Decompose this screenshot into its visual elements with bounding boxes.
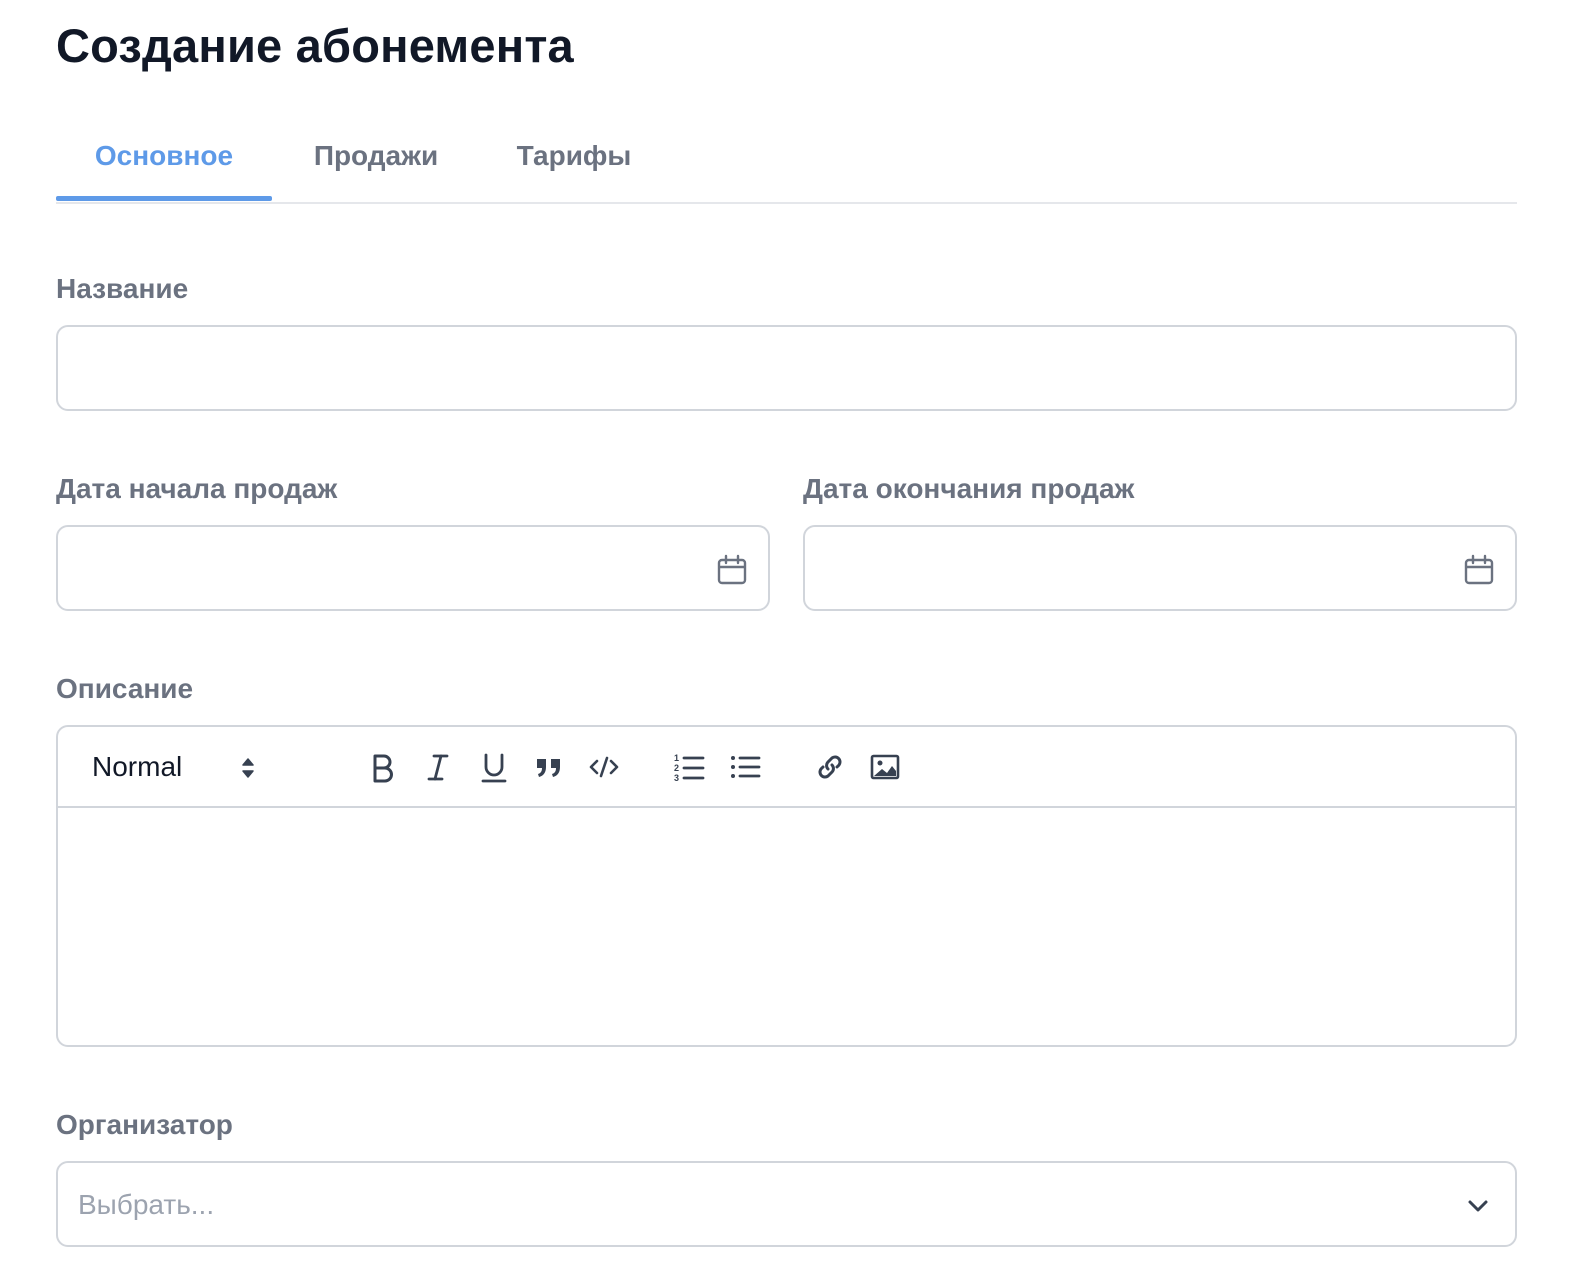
tab-main[interactable]: Основное <box>56 110 272 202</box>
italic-icon <box>427 754 449 781</box>
ordered-list-button[interactable]: 1 2 3 <box>671 749 707 785</box>
format-select-arrows-icon <box>242 758 254 778</box>
link-button[interactable] <box>812 749 848 785</box>
svg-text:3: 3 <box>674 773 679 783</box>
page: Создание абонемента Основное Продажи Тар… <box>0 0 1584 1288</box>
page-title: Создание абонемента <box>56 19 574 72</box>
link-icon <box>818 755 842 779</box>
code-button[interactable] <box>586 749 622 785</box>
chevron-down-icon <box>1468 1200 1488 1212</box>
bullet-list-icon <box>731 756 761 778</box>
sale-end-field[interactable] <box>803 525 1517 611</box>
underline-button[interactable] <box>476 749 512 785</box>
organizer-select-placeholder: Выбрать... <box>78 1189 215 1220</box>
format-select[interactable]: Normal <box>92 745 262 789</box>
sale-end-label: Дата окончания продаж <box>803 473 1135 504</box>
description-editor-body[interactable] <box>58 808 1515 1045</box>
image-icon <box>870 754 900 780</box>
organizer-select[interactable]: Выбрать... <box>56 1161 1517 1247</box>
tab-tariffs[interactable]: Тарифы <box>480 110 668 202</box>
sale-start-label: Дата начала продаж <box>56 473 338 504</box>
bold-icon <box>373 754 393 783</box>
image-button[interactable] <box>867 749 903 785</box>
svg-text:1: 1 <box>674 753 679 763</box>
svg-text:2: 2 <box>674 763 679 773</box>
underline-icon <box>481 753 507 783</box>
format-select-value: Normal <box>92 751 183 782</box>
blockquote-button[interactable] <box>531 749 567 785</box>
calendar-icon[interactable] <box>716 554 748 586</box>
sale-start-field[interactable] <box>56 525 770 611</box>
bold-button[interactable] <box>364 749 400 785</box>
italic-button[interactable] <box>420 749 456 785</box>
active-tab-indicator <box>56 196 272 201</box>
code-icon <box>589 756 619 778</box>
name-field-box <box>56 325 1517 411</box>
tab-bar: Основное Продажи Тарифы <box>56 110 1517 204</box>
rich-text-editor: Normal 1 2 3 <box>56 725 1517 1047</box>
ordered-list-icon: 1 2 3 <box>674 753 705 783</box>
description-label: Описание <box>56 673 194 704</box>
tab-sales[interactable]: Продажи <box>272 110 480 202</box>
calendar-icon[interactable] <box>1463 554 1495 586</box>
name-input[interactable] <box>58 327 1515 409</box>
organizer-label: Организатор <box>56 1109 233 1140</box>
name-label: Название <box>56 273 189 304</box>
editor-toolbar: Normal 1 2 3 <box>58 727 1515 808</box>
bullet-list-button[interactable] <box>727 749 763 785</box>
blockquote-icon <box>537 759 560 777</box>
